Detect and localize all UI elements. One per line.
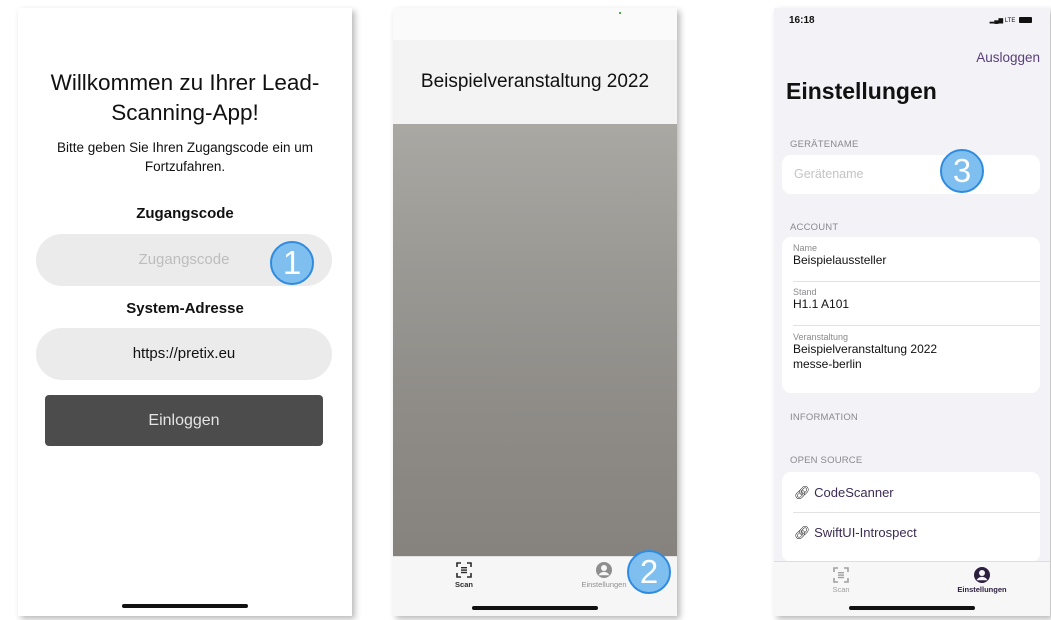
account-stand-row: Stand H1.1 A101 xyxy=(793,287,850,311)
system-address-label: System-Adresse xyxy=(126,300,244,317)
scanner-screen: Beispielveranstaltung 2022 Scan Einstell… xyxy=(393,8,677,616)
link-icon: 🔗︎ xyxy=(794,485,811,500)
status-time: 16:18 xyxy=(789,15,815,26)
access-code-label: Zugangscode xyxy=(136,205,234,222)
welcome-subtitle: Bitte geben Sie Ihren Zugangscode ein um… xyxy=(57,140,313,174)
step-badge-3: 3 xyxy=(940,149,984,193)
account-event-row: Veranstaltung Beispielveranstaltung 2022… xyxy=(793,332,938,371)
home-indicator xyxy=(122,604,248,608)
camera-indicator-dot xyxy=(619,12,621,14)
tab-settings[interactable]: Einstellungen xyxy=(937,566,1027,594)
open-source-card: 🔗︎ CodeScanner 🔗︎ SwiftUI-Introspect xyxy=(782,472,1040,562)
link-icon: 🔗︎ xyxy=(794,525,811,540)
home-indicator xyxy=(472,606,598,610)
qr-scan-icon xyxy=(456,562,472,578)
device-name-input[interactable]: Gerätename xyxy=(794,167,863,181)
status-bar xyxy=(393,8,677,40)
section-open-source: OPEN SOURCE xyxy=(790,455,863,466)
home-indicator xyxy=(849,606,975,610)
divider xyxy=(793,325,1040,326)
battery-icon xyxy=(1019,17,1032,24)
system-address-input[interactable]: https://pretix.eu xyxy=(36,328,332,380)
account-card: Name Beispielaussteller Stand H1.1 A101 … xyxy=(782,237,1040,393)
person-circle-icon xyxy=(596,562,612,578)
tab-label: Einstellungen xyxy=(957,585,1007,594)
device-name-card: Gerätename xyxy=(782,155,1040,194)
settings-screen: 16:18 ▂▄▆ LTE Ausloggen Einstellungen GE… xyxy=(774,8,1050,616)
tab-scan[interactable]: Scan xyxy=(796,566,886,594)
qr-scan-icon xyxy=(833,567,849,583)
camera-preview[interactable] xyxy=(393,124,677,556)
person-circle-icon xyxy=(974,567,990,583)
step-badge-1: 1 xyxy=(270,241,314,285)
tab-scan[interactable]: Scan xyxy=(419,561,509,589)
account-name-row: Name Beispielaussteller xyxy=(793,243,887,267)
divider xyxy=(793,281,1040,282)
welcome-title: Willkommen zu Ihrer Lead- Scanning-App! xyxy=(50,70,320,125)
section-device-name: GERÄTENAME xyxy=(790,139,859,150)
network-label: LTE xyxy=(1004,18,1016,24)
event-title: Beispielveranstaltung 2022 xyxy=(393,40,677,124)
signal-icon: ▂▄▆ xyxy=(989,18,1004,24)
divider xyxy=(793,512,1040,513)
login-screen: Willkommen zu Ihrer Lead- Scanning-App! … xyxy=(18,8,352,616)
tab-label: Scan xyxy=(832,585,850,594)
link-swiftui-introspect[interactable]: 🔗︎ SwiftUI-Introspect xyxy=(794,525,917,541)
tab-label: Scan xyxy=(455,580,473,589)
logout-button[interactable]: Ausloggen xyxy=(976,50,1040,65)
section-account: ACCOUNT xyxy=(790,222,839,233)
link-codescanner[interactable]: 🔗︎ CodeScanner xyxy=(794,485,894,501)
status-indicators: ▂▄▆ LTE xyxy=(990,17,1032,24)
login-button[interactable]: Einloggen xyxy=(45,395,323,446)
step-badge-2: 2 xyxy=(627,550,671,594)
page-title: Einstellungen xyxy=(786,78,937,104)
section-information: INFORMATION xyxy=(790,412,858,423)
